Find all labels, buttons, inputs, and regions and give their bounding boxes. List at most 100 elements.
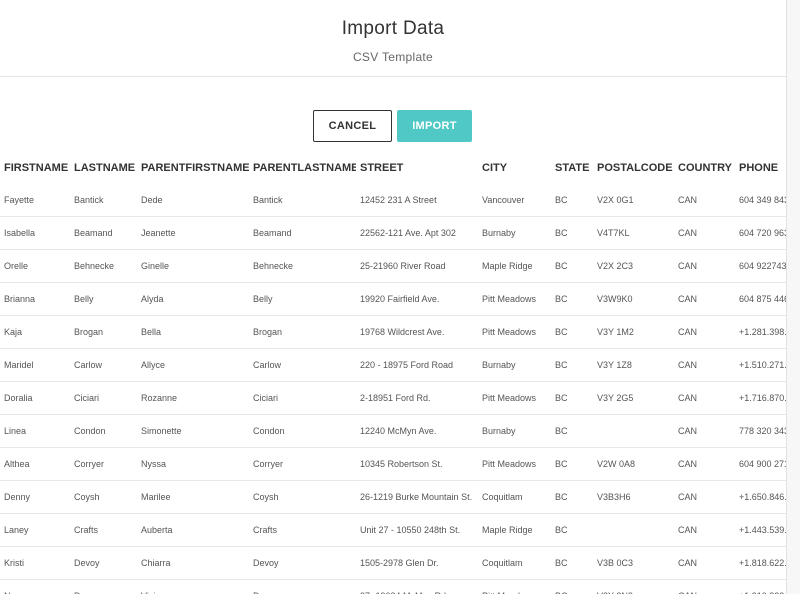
table-cell-lastname: Condon [70,414,137,448]
table-cell-lastname: Brogan [70,315,137,349]
column-header-country: COUNTRY [678,161,732,174]
table-cell-state: BC [551,480,593,514]
table-cell-parentfirstname: Chiarra [137,546,249,580]
table-cell-lastname: Draper [70,579,137,594]
table-cell-parentlastname: Carlow [249,348,356,382]
table-cell-firstname: Isabella [0,216,70,250]
table-cell-parentlastname: Condon [249,414,356,448]
table-cell-parentlastname: Belly [249,282,356,316]
table-cell-street: 2-18951 Ford Rd. [356,381,478,415]
table-cell-parentfirstname: Vivianne [137,579,249,594]
table-cell-city: Vancouver [478,184,551,217]
table-row: Kristi Devoy Chiarra Devoy 1505-2978 Glen Dr… [0,546,786,580]
table-cell-parentfirstname: Nyssa [137,447,249,481]
table-row: Fayette Bantick Dede Bantick 12452 231 A Str… [0,184,786,217]
table-cell-phone: +1.310.823.63 [735,579,786,594]
table-cell-street: 10345 Robertson St. [356,447,478,481]
table-cell-parentlastname: Brogan [249,315,356,349]
modal-title: Import Data [341,18,445,39]
table-row: Isabella Beamand Jeanette Beamand 22562-121 … [0,216,786,250]
table-cell-postalcode: V3B3H6 [593,480,674,514]
table-cell-street: Unit 27 - 10550 248th St. [356,513,478,547]
table-cell-street: 25-21960 River Road [356,249,478,283]
table-cell-parentlastname: Crafts [249,513,356,547]
modal-header: Import Data CSV Template [0,0,786,77]
table-cell-city: Maple Ridge [478,249,551,283]
table-cell-firstname: Kaja [0,315,70,349]
table-cell-firstname: Maridel [0,348,70,382]
table-cell-country: CAN [674,546,735,580]
table-cell-country: CAN [674,216,735,250]
table-cell-firstname: Fayette [0,184,70,217]
table-row: Maridel Carlow Allyce Carlow 220 - 18975 For… [0,348,786,382]
table-cell-city: Coquitlam [478,546,551,580]
table-cell-parentfirstname: Bella [137,315,249,349]
table-cell-postalcode: V3Y 1Z8 [593,348,674,382]
table-cell-phone: +1.281.398.89 [735,315,786,349]
table-cell-postalcode: V3B 0C3 [593,546,674,580]
table-cell-state: BC [551,348,593,382]
table-cell-phone: +1.716.870.05 [735,381,786,415]
table-row: NessaDraperVivianneDraper37- 19034 McMyn… [0,579,786,594]
table-row: Laney Crafts Auberta Crafts Unit 27 - 10550 … [0,513,786,547]
table-cell-state: BC [551,282,593,316]
table-cell-lastname: Carlow [70,348,137,382]
table-cell-street: 19768 Wildcrest Ave. [356,315,478,349]
column-header-postalcode: POSTALCODE [597,161,673,174]
table-cell-parentfirstname: Allyce [137,348,249,382]
table-cell-city: Pitt Meadows [478,579,551,594]
column-header-street: STREET [360,161,404,174]
table-cell-firstname: Brianna [0,282,70,316]
column-header-parentfirstname: PARENTFIRSTNAME [141,161,249,174]
table-cell-city: Burnaby [478,414,551,448]
table-cell-parentfirstname: Alyda [137,282,249,316]
table-cell-state: BC [551,546,593,580]
table-cell-phone: 604 875 446 [735,282,786,316]
table-cell-parentfirstname: Marilee [137,480,249,514]
table-cell-lastname: Belly [70,282,137,316]
table-cell-street: 37- 19034 McMyn Rd. [356,579,478,594]
cancel-button[interactable]: CANCEL [313,110,392,142]
table-cell-country: CAN [674,249,735,283]
table-cell-phone: 604 720 963 [735,216,786,250]
table-cell-phone: +1.650.846.10 [735,480,786,514]
table-cell-postalcode: V4T7KL [593,216,674,250]
import-data-modal: Import Data CSV Template CANCEL IMPORT F… [0,0,787,594]
table-cell-phone: 604 922743 [735,249,786,283]
table-row: Orelle Behnecke Ginelle Behnecke 25-21960 Ri… [0,249,786,283]
table-cell-parentfirstname: Simonette [137,414,249,448]
table-cell-firstname: Doralia [0,381,70,415]
table-cell-firstname: Laney [0,513,70,547]
table-cell-street: 19920 Fairfield Ave. [356,282,478,316]
table-cell-parentlastname: Beamand [249,216,356,250]
table-cell-lastname: Ciciari [70,381,137,415]
table-cell-parentfirstname: Rozanne [137,381,249,415]
scrollbar-track[interactable] [787,0,800,594]
table-cell-phone: 778 320 3432 [735,414,786,448]
table-cell-country: CAN [674,480,735,514]
table-cell-state: BC [551,216,593,250]
modal-subtitle: CSV Template [352,50,434,64]
table-cell-parentlastname: Bantick [249,184,356,217]
import-button[interactable]: IMPORT [397,110,472,142]
table-cell-state: BC [551,579,593,594]
table-cell-lastname: Coysh [70,480,137,514]
table-cell-city: Pitt Meadows [478,282,551,316]
table-cell-state: BC [551,414,593,448]
table-cell-lastname: Beamand [70,216,137,250]
table-cell-country: CAN [674,513,735,547]
table-cell-city: Coquitlam [478,480,551,514]
table-cell-country: CAN [674,414,735,448]
table-cell-postalcode: V2W 0A8 [593,447,674,481]
table-cell-phone: 604 349 843 [735,184,786,217]
table-cell-parentlastname: Devoy [249,546,356,580]
table-cell-phone: +1.443.539.50 [735,513,786,547]
table-cell-postalcode: V3Y 2G5 [593,381,674,415]
table-cell-street: 26-1219 Burke Mountain St. [356,480,478,514]
table-cell-street: 22562-121 Ave. Apt 302 [356,216,478,250]
table-cell-firstname: Althea [0,447,70,481]
table-cell-postalcode: V2X 2C3 [593,249,674,283]
table-cell-lastname: Behnecke [70,249,137,283]
column-header-phone: PHONE [739,161,779,174]
table-cell-lastname: Bantick [70,184,137,217]
